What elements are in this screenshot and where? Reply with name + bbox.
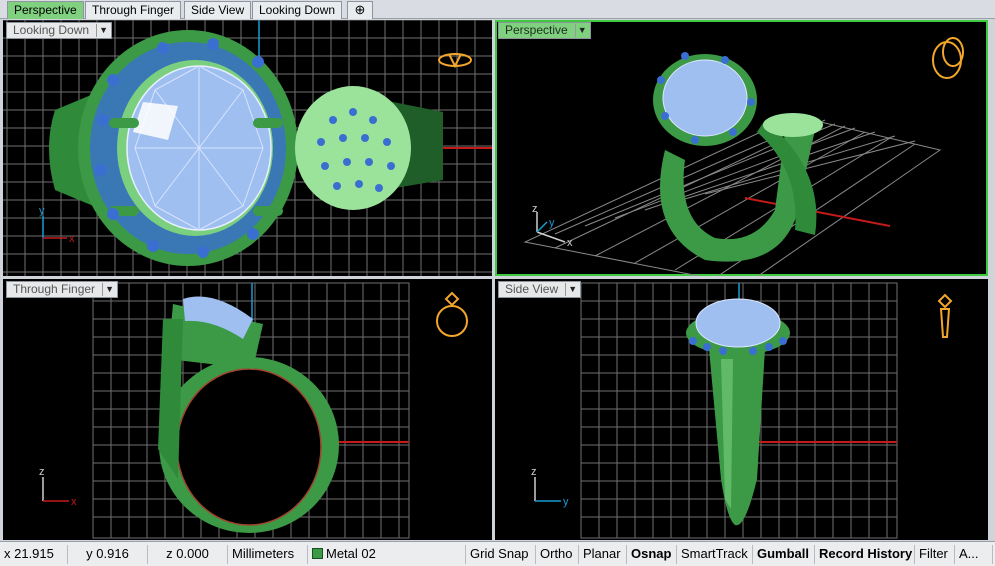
axis-label-x: x xyxy=(71,496,77,508)
axis-label-z: z xyxy=(532,203,538,215)
viewport-title-label: Through Finger xyxy=(13,282,96,296)
viewport-perspective[interactable]: z y x Perspective ▼ xyxy=(495,20,988,276)
layer-color-swatch xyxy=(312,548,323,559)
perspective-canvas: z y x xyxy=(523,37,964,276)
viewport-title-through-finger[interactable]: Through Finger ▼ xyxy=(6,281,119,298)
ring-orientation-icon xyxy=(436,291,468,337)
units-display[interactable]: Millimeters xyxy=(228,545,308,564)
axis-label-y: y xyxy=(39,205,45,217)
axis-label-x: x xyxy=(567,237,573,249)
coord-x: x 21.915 xyxy=(0,545,68,564)
layer-name: Metal 02 xyxy=(326,546,376,561)
viewport-title-label: Perspective xyxy=(505,23,568,37)
add-tab-button[interactable]: ⊕ xyxy=(347,1,373,19)
axis-label-x: x xyxy=(69,233,75,245)
viewport-through-finger[interactable]: z x Through Finger ▼ xyxy=(3,279,492,540)
viewport-title-side-view[interactable]: Side View ▼ xyxy=(498,281,582,298)
status-bar: x 21.915 y 0.916 z 0.000 Millimeters Met… xyxy=(0,541,995,566)
dropdown-arrow-icon[interactable]: ▼ xyxy=(574,24,589,37)
axis-label-y: y xyxy=(549,217,555,229)
toggle-record-history[interactable]: Record History xyxy=(815,545,915,564)
current-layer[interactable]: Metal 02 xyxy=(308,545,466,564)
toggle-gumball[interactable]: Gumball xyxy=(753,545,815,564)
tab-looking-down[interactable]: Looking Down xyxy=(252,1,343,19)
coord-z: z 0.000 xyxy=(148,545,228,564)
toggle-osnap[interactable]: Osnap xyxy=(627,545,677,564)
looking-down-canvas: y x xyxy=(3,20,492,276)
side-view-canvas: z y xyxy=(531,282,953,539)
toggle-grid-snap[interactable]: Grid Snap xyxy=(466,545,536,564)
toggle-more[interactable]: A... xyxy=(955,545,993,564)
coord-y: y 0.916 xyxy=(68,545,148,564)
tab-through-finger[interactable]: Through Finger xyxy=(85,1,182,19)
through-finger-canvas: z x xyxy=(39,282,468,539)
axis-label-z: z xyxy=(531,466,537,478)
toggle-planar[interactable]: Planar xyxy=(579,545,627,564)
axis-label-y: y xyxy=(563,496,569,508)
dropdown-arrow-icon[interactable]: ▼ xyxy=(96,24,110,37)
viewport-title-label: Side View xyxy=(505,282,559,296)
ring-orientation-icon xyxy=(932,37,964,79)
toggle-filter[interactable]: Filter xyxy=(915,545,955,564)
viewport-side-view[interactable]: z y Side View ▼ xyxy=(495,279,988,540)
dropdown-arrow-icon[interactable]: ▼ xyxy=(565,283,579,296)
plus-icon: ⊕ xyxy=(354,2,366,17)
tab-side-view[interactable]: Side View xyxy=(184,1,252,19)
ring-orientation-icon xyxy=(937,293,953,338)
tab-perspective[interactable]: Perspective xyxy=(7,1,84,19)
viewport-title-perspective[interactable]: Perspective ▼ xyxy=(498,22,591,39)
viewport-tab-bar: Perspective Through Finger Side View Loo… xyxy=(0,0,995,19)
viewport-title-looking-down[interactable]: Looking Down ▼ xyxy=(6,22,113,39)
toggle-smarttrack[interactable]: SmartTrack xyxy=(677,545,753,564)
axis-label-z: z xyxy=(39,466,45,478)
toggle-ortho[interactable]: Ortho xyxy=(536,545,579,564)
viewport-looking-down[interactable]: y x Looking Down ▼ xyxy=(3,20,492,276)
dropdown-arrow-icon[interactable]: ▼ xyxy=(102,283,116,296)
viewport-title-label: Looking Down xyxy=(13,23,90,37)
